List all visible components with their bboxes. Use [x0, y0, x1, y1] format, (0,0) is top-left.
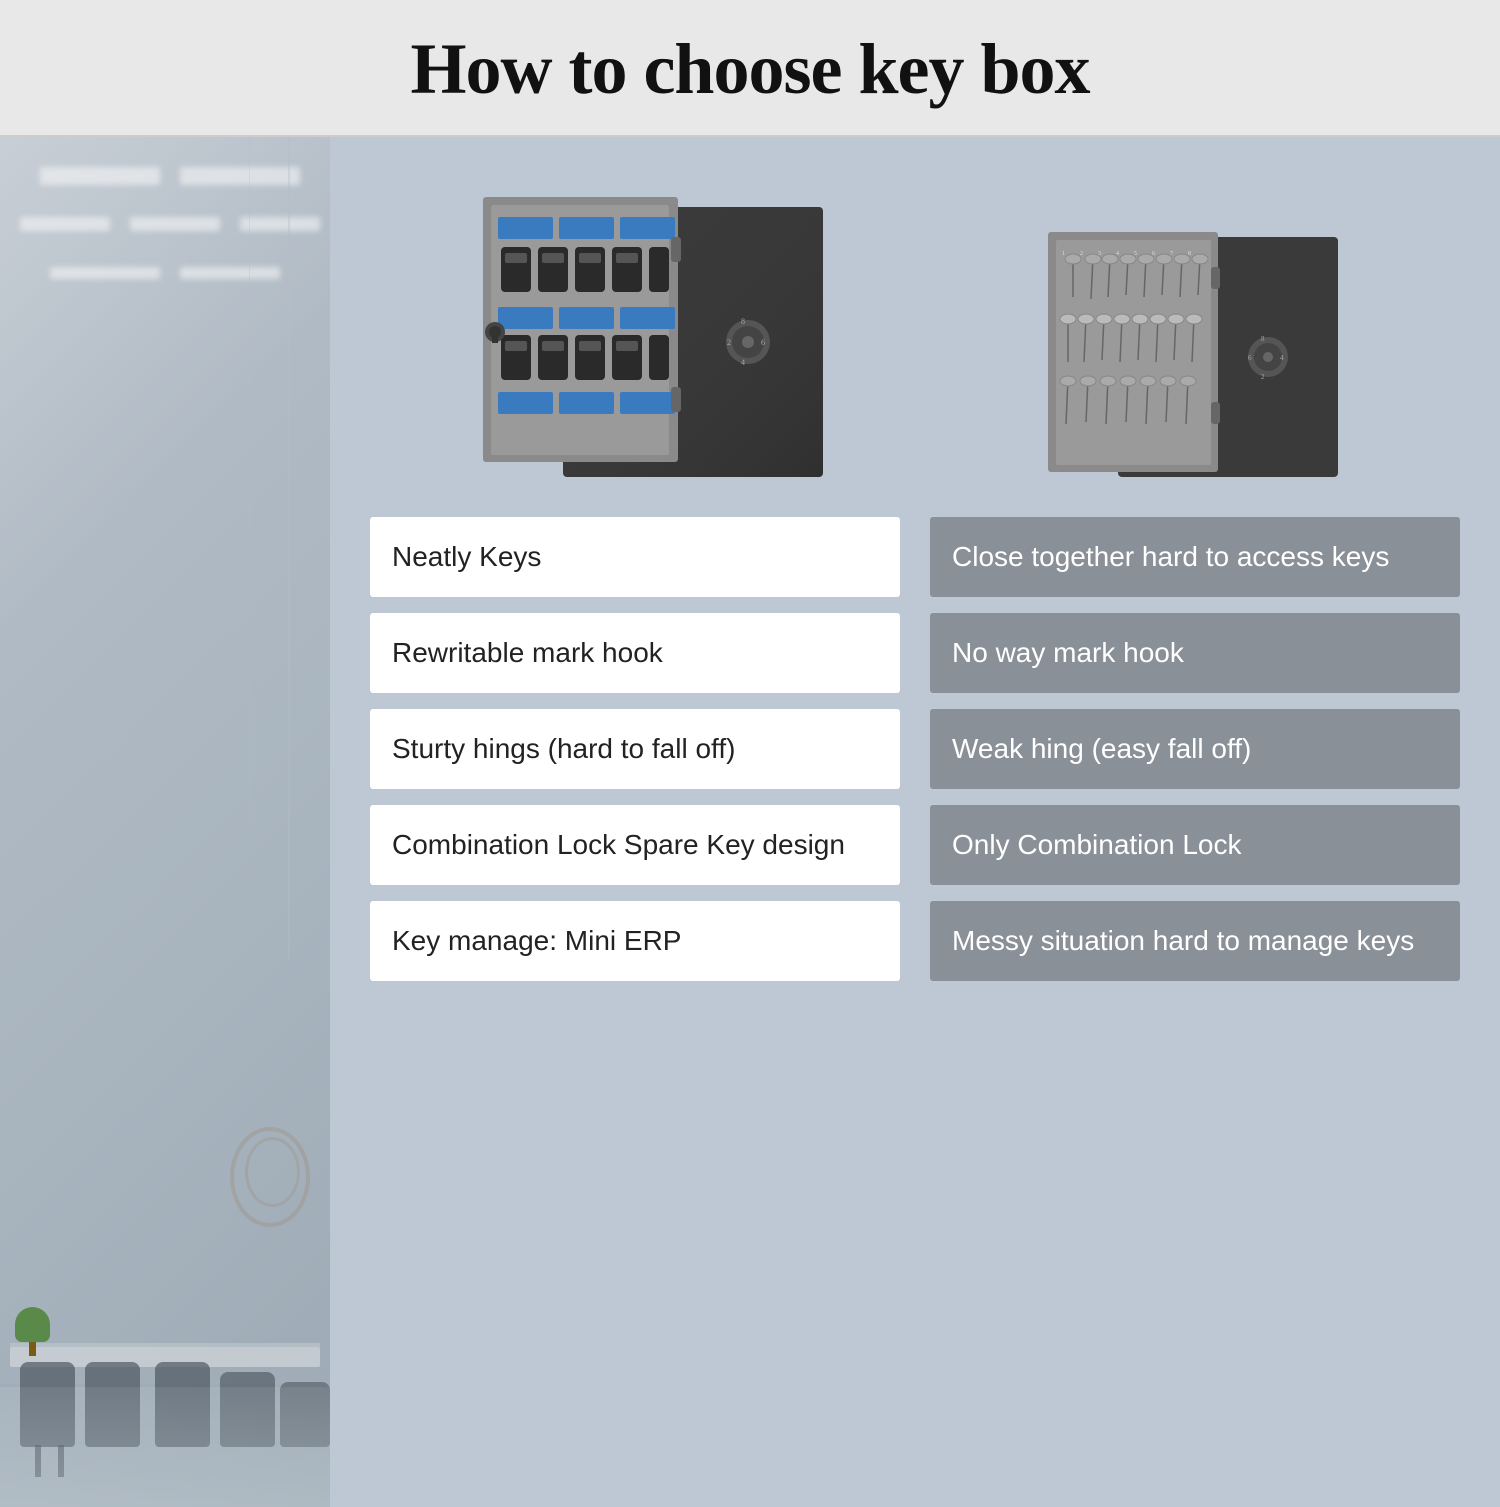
main-content: 8 6 4 2 [0, 137, 1500, 1507]
feature-bad-0: Close together hard to access keys [930, 517, 1460, 597]
svg-text:3: 3 [1098, 251, 1101, 257]
svg-text:8: 8 [1188, 251, 1191, 257]
svg-text:2: 2 [1080, 251, 1083, 257]
right-features: Close together hard to access keys No wa… [930, 517, 1460, 981]
office-background [0, 137, 330, 1507]
left-features: Neatly Keys Rewritable mark hook Sturty … [370, 517, 900, 981]
bad-key-box: 1 2 3 4 5 6 7 8 8 4 2 [1048, 207, 1348, 487]
good-key-box: 8 6 4 2 [483, 167, 823, 487]
feature-good-2: Sturty hings (hard to fall off) [370, 709, 900, 789]
svg-text:4: 4 [1116, 251, 1119, 257]
feature-good-0: Neatly Keys [370, 517, 900, 597]
svg-text:6: 6 [1152, 251, 1155, 257]
svg-text:5: 5 [1134, 251, 1137, 257]
svg-text:7: 7 [1170, 251, 1173, 257]
svg-text:6: 6 [1248, 354, 1252, 362]
feature-good-4: Key manage: Mini ERP [370, 901, 900, 981]
svg-text:1: 1 [1062, 251, 1065, 257]
feature-good-1: Rewritable mark hook [370, 613, 900, 693]
page-title: How to choose key box [0, 28, 1500, 111]
svg-text:8: 8 [1261, 335, 1265, 343]
svg-text:2: 2 [1261, 373, 1265, 381]
svg-text:4: 4 [741, 358, 745, 367]
feature-bad-3: Only Combination Lock [930, 805, 1460, 885]
comparison-section: Neatly Keys Rewritable mark hook Sturty … [370, 517, 1460, 981]
right-panel: 8 6 4 2 [330, 137, 1500, 1507]
feature-bad-1: No way mark hook [930, 613, 1460, 693]
feature-bad-2: Weak hing (easy fall off) [930, 709, 1460, 789]
svg-text:4: 4 [1280, 354, 1284, 362]
svg-text:2: 2 [727, 338, 731, 347]
svg-text:6: 6 [761, 338, 765, 347]
key-boxes-row: 8 6 4 2 [370, 167, 1460, 487]
feature-bad-4: Messy situation hard to manage keys [930, 901, 1460, 981]
title-bar: How to choose key box [0, 0, 1500, 137]
feature-good-3: Combination Lock Spare Key design [370, 805, 900, 885]
svg-text:8: 8 [741, 317, 745, 326]
